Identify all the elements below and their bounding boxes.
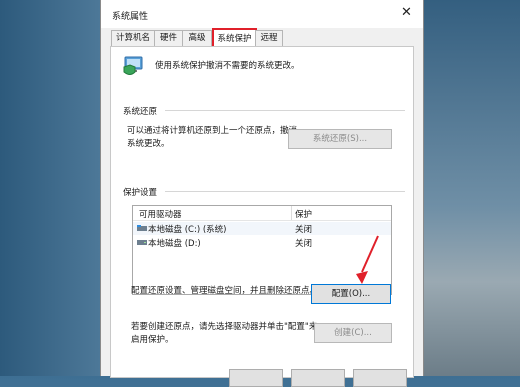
create-description-line1: 若要创建还原点，请先选择驱动器并单击"配置"来 [131,322,318,332]
drive-name: 本地磁盘 (C:) (系统) [148,225,227,235]
desktop-background-left [0,0,100,376]
create-button[interactable]: 创建(C)... [314,323,392,343]
divider [165,191,405,192]
cancel-button[interactable] [291,369,345,387]
system-restore-button[interactable]: 系统还原(S)... [288,129,392,149]
annotation-arrow [356,235,379,284]
column-header-protection[interactable]: 保护 [295,208,312,220]
system-properties-dialog: 系统属性 ✕ 计算机名 硬件 高级 系统保护 远程 使用系统保护撤消不需要的系统… [100,0,424,387]
tab-advanced[interactable]: 高级 [182,30,212,46]
desktop-background-right [422,0,520,376]
ok-button[interactable] [229,369,283,387]
column-divider [291,206,292,220]
divider [165,110,405,111]
drive-name: 本地磁盘 (D:) [148,239,201,249]
drive-status: 关闭 [295,239,313,249]
drive-icon [137,239,147,245]
apply-button[interactable] [353,369,407,387]
computer-shield-icon [122,55,144,79]
list-header: 可用驱动器 保护 [133,206,391,221]
configure-description: 配置还原设置、管理磁盘空间，并且删除还原点。 [131,286,319,296]
drive-status: 关闭 [295,225,313,235]
window-title: 系统属性 [112,12,149,22]
create-description-line2: 启用保护。 [131,335,174,345]
system-restore-text-line2: 系统更改。 [127,139,170,149]
close-icon[interactable]: ✕ [401,5,412,20]
system-restore-text-line1: 可以通过将计算机还原到上一个还原点，撤消 [127,126,298,136]
tab-panel: 使用系统保护撤消不需要的系统更改。 系统还原 可以通过将计算机还原到上一个还原点… [110,46,414,378]
protection-settings-heading: 保护设置 [123,188,158,198]
column-header-drives[interactable]: 可用驱动器 [139,208,182,220]
tab-hardware[interactable]: 硬件 [154,30,183,46]
title-bar: 系统属性 ✕ [101,0,423,28]
tab-computer-name[interactable]: 计算机名 [111,30,155,46]
tab-remote[interactable]: 远程 [255,30,283,46]
system-restore-heading: 系统还原 [123,107,158,117]
page-description: 使用系统保护撤消不需要的系统更改。 [155,61,300,71]
system-drive-icon [137,225,147,231]
